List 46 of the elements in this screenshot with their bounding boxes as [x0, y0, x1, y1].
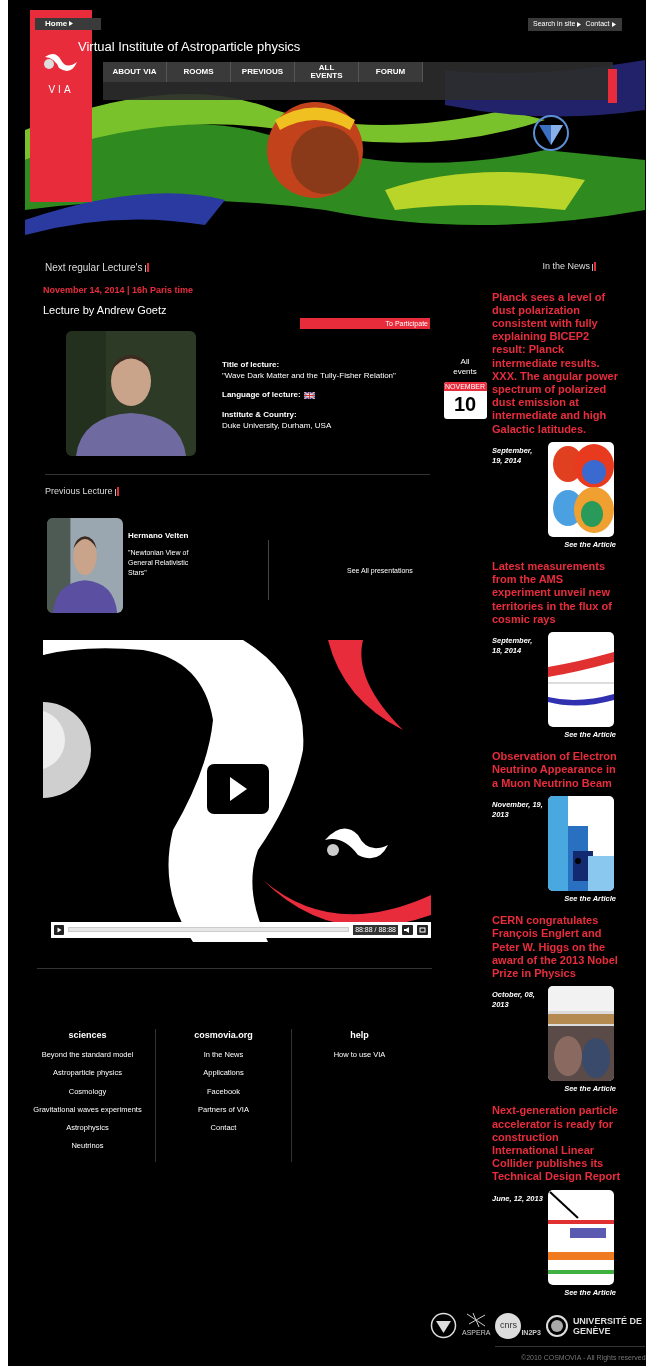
speaker-name: Hermano Velten — [128, 529, 190, 541]
arrow-icon — [611, 21, 616, 27]
progress-track[interactable] — [68, 927, 350, 932]
accent-bar — [608, 69, 617, 103]
bars-icon — [592, 262, 596, 272]
nav-tab[interactable]: ABOUT VIA — [103, 62, 167, 82]
section-heading: In the News — [542, 260, 590, 273]
news-headline[interactable]: CERN congratulates François Englert and Peter W. Higgs on the award of the 2013 Nobel Prize in Physics — [492, 914, 622, 981]
play-icon — [228, 775, 248, 802]
nav-tab[interactable]: ROOMS — [167, 62, 231, 82]
nav-tab[interactable]: ALL EVENTS — [295, 62, 359, 82]
lecture-title: Lecture by Andrew Goetz — [43, 302, 168, 318]
section-heading: Previous Lecture — [45, 485, 113, 498]
volume-icon[interactable] — [402, 924, 413, 935]
footer-heading: cosmovia.org — [194, 1028, 253, 1042]
lecture-date: November 14, 2014 | 16h Paris time — [43, 284, 195, 297]
news-headline[interactable]: Latest measurements from the AMS experiment unveil new territories in the flux of cosmic rays — [492, 560, 622, 626]
bars-icon — [114, 487, 119, 497]
nav-tab[interactable]: PREVIOUS — [231, 62, 295, 82]
detail-label: Institute & Country: — [222, 409, 298, 421]
seal-icon — [545, 1314, 568, 1337]
fullscreen-icon[interactable] — [417, 924, 428, 935]
section-heading: Next regular Lecture's — [45, 261, 143, 275]
all-events-link[interactable]: All events — [450, 357, 480, 377]
play-button[interactable] — [207, 763, 269, 814]
arrow-icon — [69, 21, 74, 27]
detail-value: "Wave Dark Matter and the Tully-Fisher Relation" — [222, 371, 397, 381]
uk-flag-icon — [303, 391, 315, 399]
university-name: UNIVERSITÉ DE GENÈVE — [572, 1315, 643, 1336]
detail-label: Language of lecture: — [222, 389, 301, 401]
home-link[interactable]: Home — [35, 18, 101, 30]
news-headline[interactable]: Next-generation particle accelerator is ready for construction International Linear Collider publishes its Technical Design Report — [492, 1104, 622, 1184]
arrow-icon — [577, 21, 582, 27]
play-icon[interactable] — [54, 924, 64, 935]
news-headline[interactable]: Planck sees a level of dust polarization consistent with fully explaining BICEP2 result: Planck intermediate results. XXX. The angular power spectrum of polarized dust emission at intermediate and high Galactic latitudes. — [492, 290, 622, 436]
news-headline[interactable]: Observation of Electron Neutrino Appearance in a Muon Neutrino Beam — [492, 750, 622, 790]
logo-text: VIA — [48, 83, 74, 97]
bars-icon — [144, 263, 149, 272]
detail-value: Duke University, Durham, USA — [222, 421, 333, 431]
footer-heading: help — [350, 1028, 369, 1042]
apc-logo-icon — [430, 1312, 457, 1339]
nav-tab[interactable]: FORUM — [359, 62, 423, 82]
apc-logo-icon — [531, 113, 571, 153]
calendar-day: 10 — [453, 391, 477, 417]
detail-label: Title of lecture: — [222, 359, 281, 371]
footer-heading: sciences — [68, 1028, 107, 1042]
